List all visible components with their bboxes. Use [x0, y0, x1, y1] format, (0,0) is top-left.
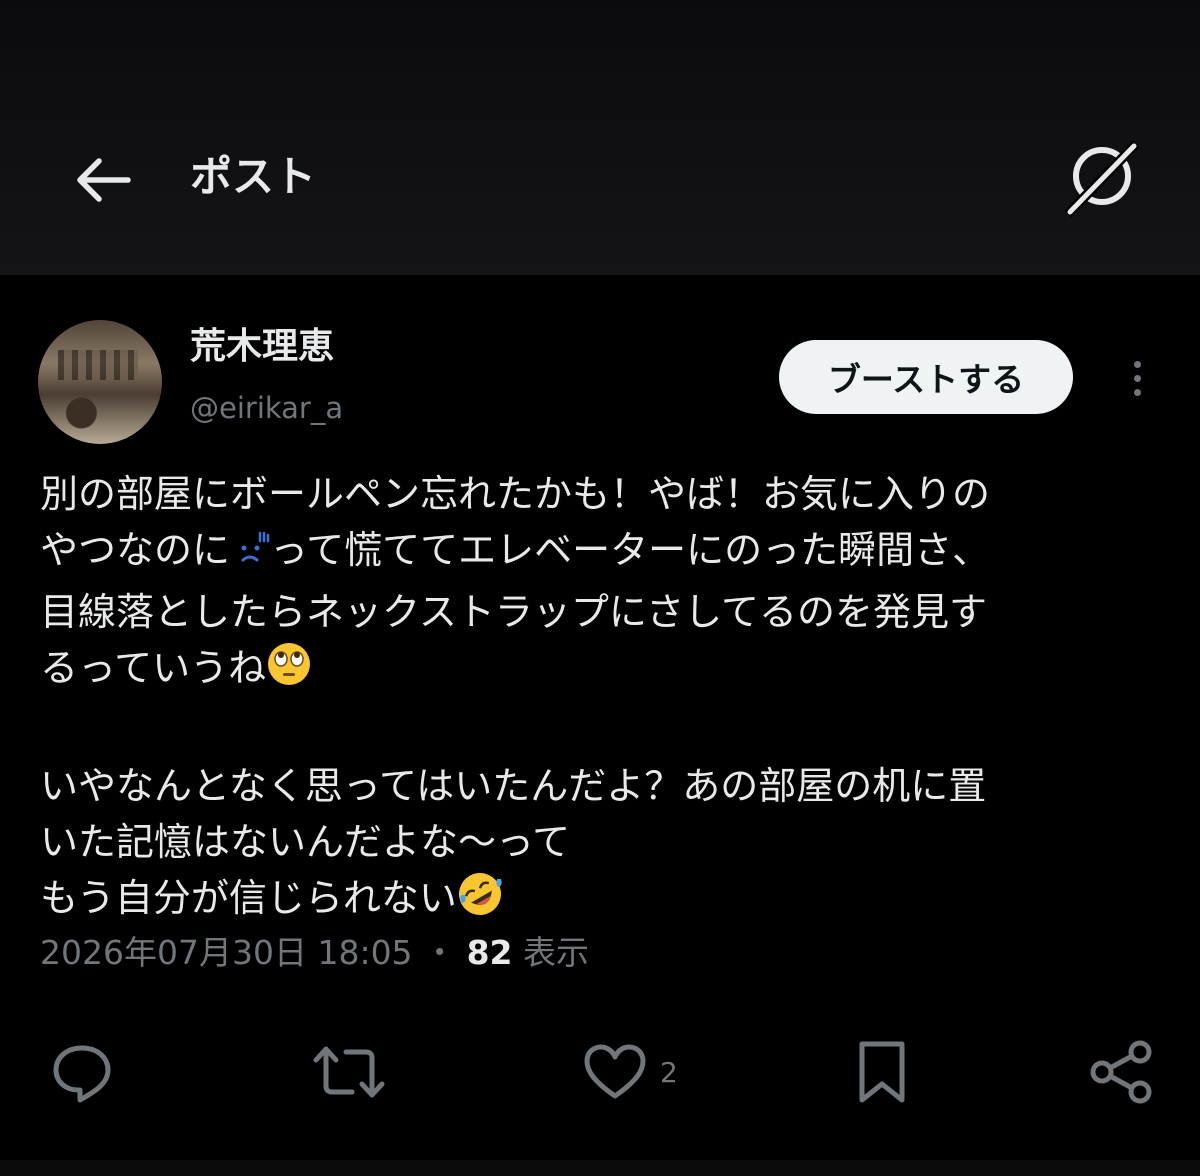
reply-icon — [53, 1045, 111, 1103]
like-count: 2 — [660, 1055, 678, 1089]
grok-button[interactable] — [1060, 138, 1144, 218]
heart-icon — [584, 1044, 646, 1099]
avatar[interactable] — [38, 320, 162, 444]
repost-button[interactable] — [310, 1030, 388, 1114]
more-dot-icon — [1133, 374, 1141, 382]
post-text-segment: やつなのに — [40, 528, 231, 572]
action-bar: 2 — [0, 1030, 1200, 1120]
post-line: やつなのに って慌ててエレベーターにのった瞬間さ、 — [40, 522, 1170, 584]
grok-icon — [1064, 140, 1140, 218]
post-metadata: 2026年07月30日 18:05 ・ 82 表示 — [40, 928, 589, 978]
share-icon — [1090, 1040, 1152, 1104]
more-dot-icon — [1133, 360, 1141, 368]
post-line: 目線落としたらネックストラップにさしてるのを発見す — [40, 590, 987, 634]
post-body: 別の部屋にボールペン忘れたかも！やば！お気に入りの やつなのに って慌ててエレベ… — [40, 466, 1170, 932]
more-dot-icon — [1133, 388, 1141, 396]
sweat-worried-emoji — [230, 528, 270, 584]
rofl-emoji — [457, 871, 503, 932]
arrow-left-icon — [77, 158, 131, 202]
views-count: 82 — [466, 933, 513, 972]
post-text-segment: もう自分が信じられない — [40, 876, 457, 920]
author-handle[interactable]: @eirikar_a — [190, 388, 343, 428]
back-button[interactable] — [62, 145, 142, 215]
like-button[interactable]: 2 — [582, 1030, 678, 1114]
post-line: るっていうね — [40, 640, 1170, 702]
post-text-segment: るっていうね — [40, 646, 267, 690]
share-button[interactable] — [1088, 1030, 1156, 1114]
reply-button[interactable] — [50, 1030, 114, 1114]
eye-roll-emoji — [266, 641, 312, 702]
page-title: ポスト — [190, 152, 317, 201]
boost-button[interactable]: ブーストする — [779, 340, 1073, 414]
bookmark-icon — [859, 1041, 905, 1103]
post-timestamp[interactable]: 2026年07月30日 18:05 — [40, 933, 413, 972]
more-options-button[interactable] — [1118, 350, 1156, 406]
post-line: いやなんとなく思ってはいたんだよ？あの部屋の机に置 — [40, 764, 987, 808]
meta-separator: ・ — [423, 933, 457, 972]
top-bar: ポスト — [0, 0, 1200, 275]
post-line: もう自分が信じられない — [40, 870, 1170, 932]
views-label: 表示 — [523, 933, 589, 972]
post-line: 別の部屋にボールペン忘れたかも！やば！お気に入りの — [40, 472, 991, 516]
divider — [0, 1160, 1200, 1176]
bookmark-button[interactable] — [852, 1030, 912, 1114]
author-display-name[interactable]: 荒木理恵 — [190, 322, 334, 372]
repost-icon — [313, 1046, 385, 1098]
post-line: いた記憶はないんだよな〜って — [40, 820, 571, 864]
post-text-segment: って慌ててエレベーターにのった瞬間さ、 — [270, 528, 991, 572]
